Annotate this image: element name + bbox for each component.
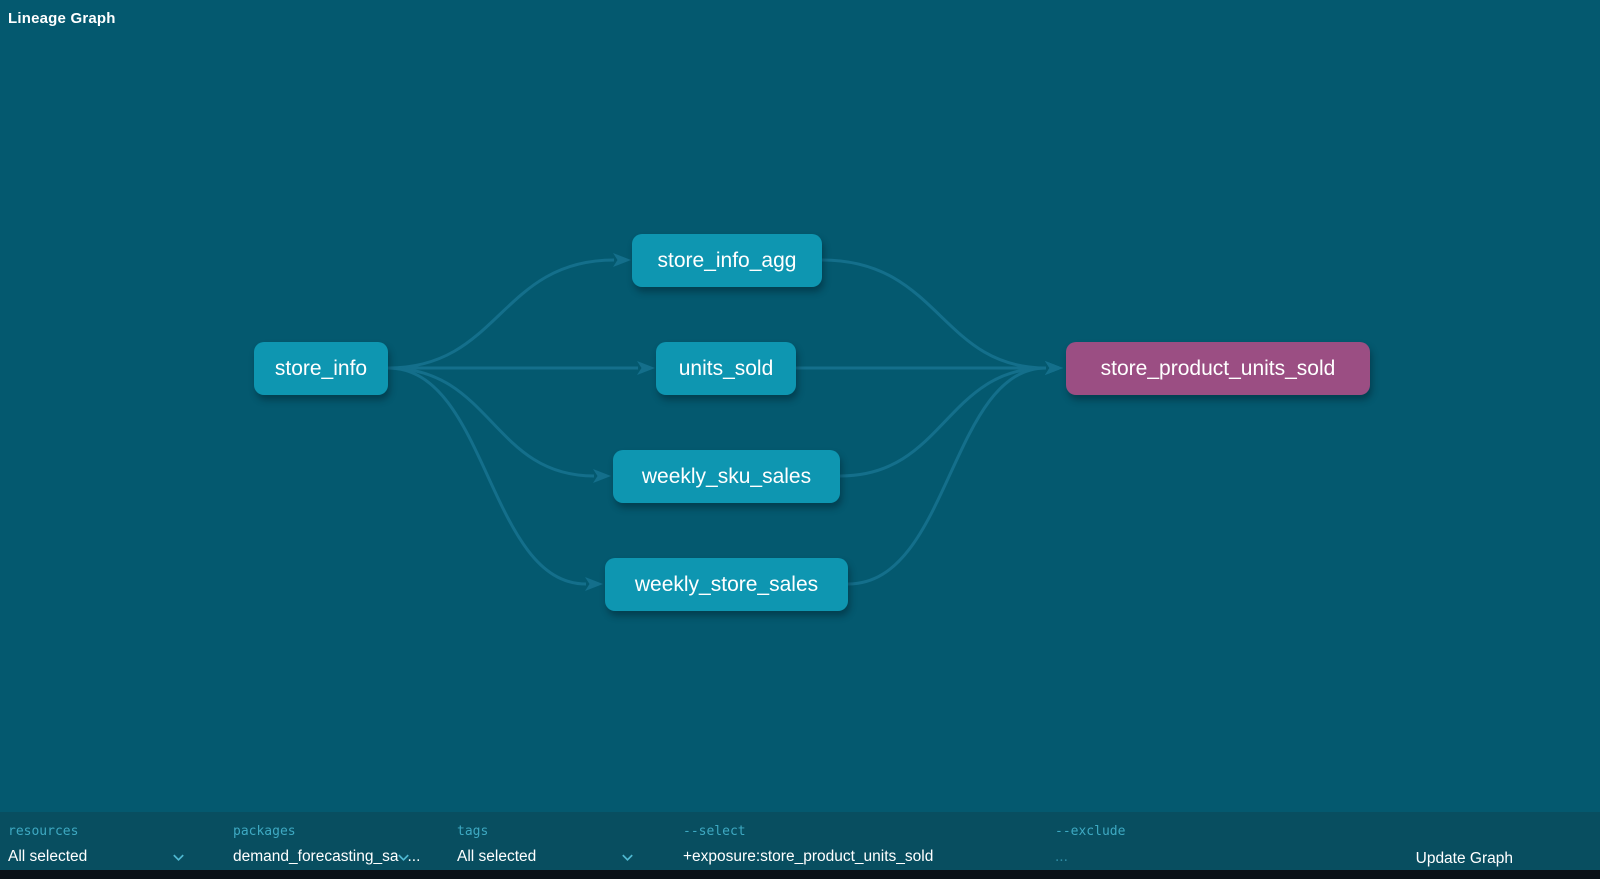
node-weekly-sku-sales[interactable]: weekly_sku_sales xyxy=(613,450,840,503)
node-store-product-units-sold[interactable]: store_product_units_sold xyxy=(1066,342,1370,395)
resources-value: All selected xyxy=(8,848,87,866)
node-label: units_sold xyxy=(679,357,774,381)
node-label: weekly_sku_sales xyxy=(642,465,811,489)
select-input[interactable]: +exposure:store_product_units_sold xyxy=(683,848,1023,866)
node-weekly-store-sales[interactable]: weekly_store_sales xyxy=(605,558,848,611)
packages-dropdown[interactable]: demand_forecasting_sa ... xyxy=(233,848,449,866)
node-label: store_info_agg xyxy=(658,249,797,273)
resources-dropdown[interactable]: All selected xyxy=(8,848,186,866)
filter-label-exclude: --exclude xyxy=(1055,824,1355,839)
exclude-input[interactable]: ... xyxy=(1055,848,1355,866)
filter-exclude: --exclude ... xyxy=(1055,812,1355,866)
lineage-edges xyxy=(0,0,1600,879)
node-units-sold[interactable]: units_sold xyxy=(656,342,796,395)
exclude-value: ... xyxy=(1055,848,1068,866)
node-label: store_info xyxy=(275,357,367,381)
filter-label-resources: resources xyxy=(8,824,186,839)
select-value: +exposure:store_product_units_sold xyxy=(683,848,933,866)
bottom-window-strip xyxy=(0,870,1600,879)
filter-resources: resources All selected xyxy=(8,812,186,866)
chevron-down-icon xyxy=(620,850,635,865)
tags-dropdown[interactable]: All selected xyxy=(457,848,635,866)
tags-value: All selected xyxy=(457,848,536,866)
filter-label-tags: tags xyxy=(457,824,635,839)
edge-store_info-store_info_agg xyxy=(388,260,614,368)
update-graph-button[interactable]: Update Graph xyxy=(1416,850,1513,868)
chevron-down-icon xyxy=(171,850,186,865)
filter-label-select: --select xyxy=(683,824,1023,839)
packages-value-ellipsis: ... xyxy=(407,848,420,866)
node-label: weekly_store_sales xyxy=(635,573,818,597)
node-label: store_product_units_sold xyxy=(1101,357,1336,381)
node-store-info[interactable]: store_info xyxy=(254,342,388,395)
edge-store_info_agg-store_product_units_sold xyxy=(822,260,1046,368)
filter-tags: tags All selected xyxy=(457,812,635,866)
packages-value: demand_forecasting_sa xyxy=(233,848,398,866)
edge-weekly_sku_sales-store_product_units_sold xyxy=(840,368,1046,476)
lineage-canvas[interactable]: Lineage Graph store_info store_info_agg … xyxy=(0,0,1600,879)
filter-label-packages: packages xyxy=(233,824,449,839)
filter-packages: packages demand_forecasting_sa ... xyxy=(233,812,449,866)
filter-toolbar: resources All selected packages demand_f… xyxy=(0,812,1600,870)
edge-store_info-weekly_store_sales xyxy=(388,368,586,584)
edge-weekly_store_sales-store_product_units_sold xyxy=(848,368,1046,584)
filter-select: --select +exposure:store_product_units_s… xyxy=(683,812,1023,866)
edge-store_info-weekly_sku_sales xyxy=(388,368,594,476)
node-store-info-agg[interactable]: store_info_agg xyxy=(632,234,822,287)
